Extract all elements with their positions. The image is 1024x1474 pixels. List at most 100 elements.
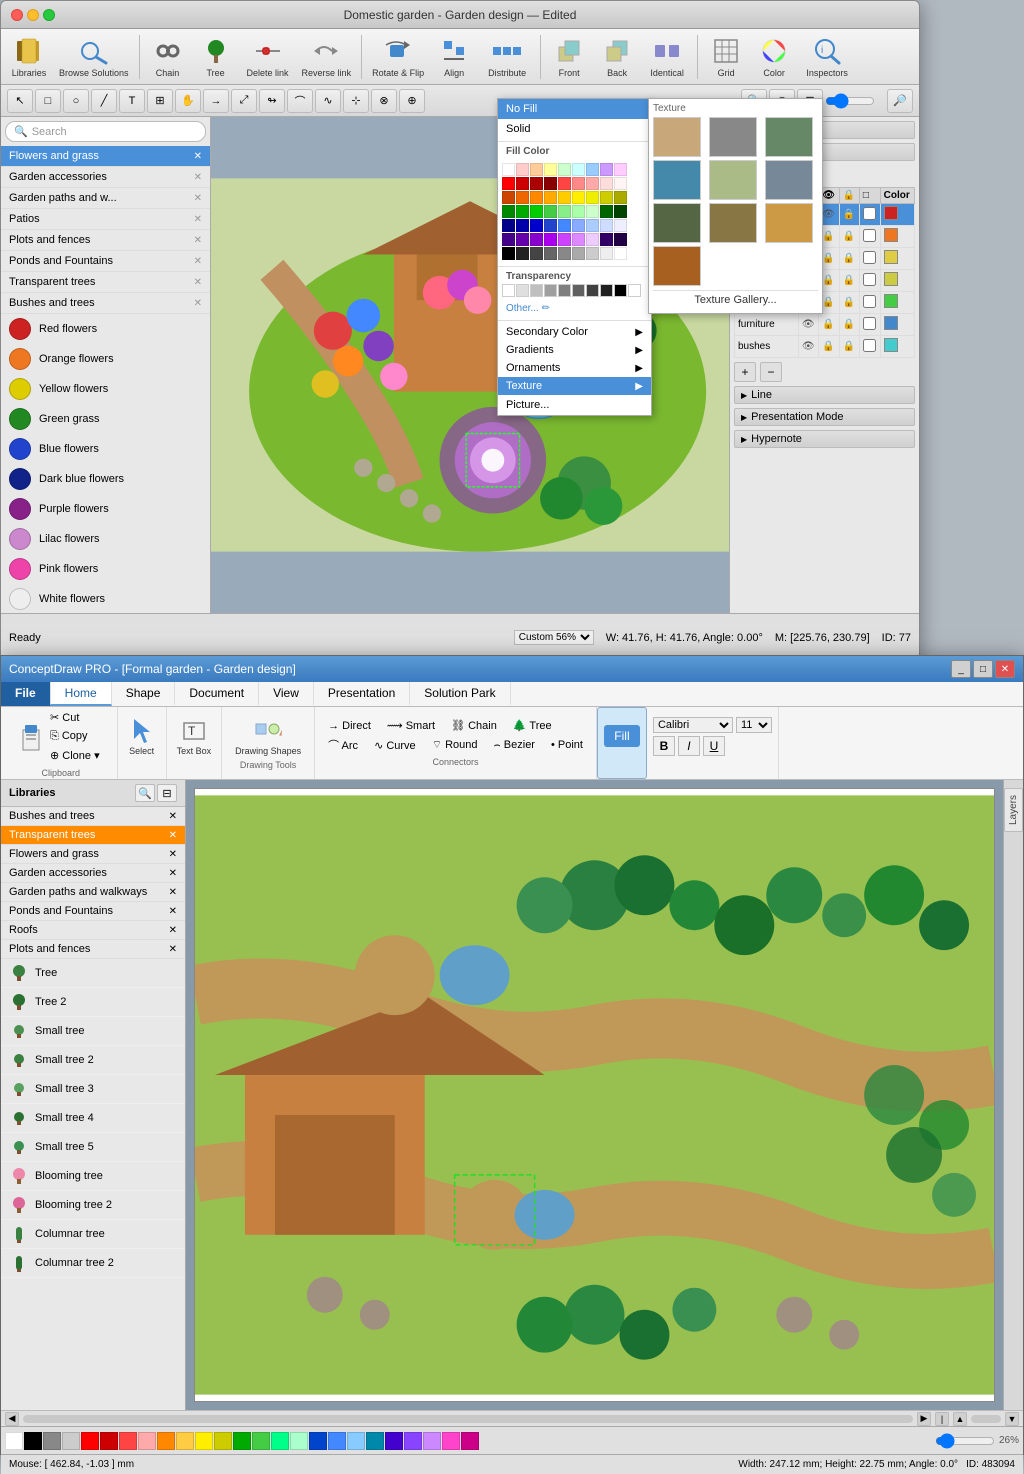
color-cell[interactable]: [530, 191, 543, 204]
layer-visible-checkbox[interactable]: [863, 273, 876, 286]
swatch-green-grass[interactable]: Green grass: [1, 404, 210, 434]
direct-btn[interactable]: → Direct: [321, 717, 378, 734]
category-flowers-grass[interactable]: Flowers and grass ✕: [1, 146, 210, 167]
strip-color-cell[interactable]: [309, 1432, 327, 1450]
texture-cell[interactable]: [765, 160, 813, 200]
arc-btn[interactable]: ⌒ Arc: [321, 735, 365, 755]
maximize-button[interactable]: [43, 9, 55, 21]
swatch-pink-flowers[interactable]: Pink flowers: [1, 554, 210, 584]
layer-color-swatch[interactable]: [884, 294, 898, 308]
bl-cat-garden-accessories[interactable]: Garden accessories ✕: [1, 864, 185, 883]
list-item-blooming-tree-2[interactable]: Blooming tree 2: [1, 1191, 185, 1220]
list-item-tree[interactable]: Tree: [1, 959, 185, 988]
swatch-purple-flowers[interactable]: Purple flowers: [1, 494, 210, 524]
bl-cat-transparent-trees[interactable]: Transparent trees ✕: [1, 826, 185, 845]
font-family-select[interactable]: Calibri: [653, 717, 733, 733]
toolbar-distribute[interactable]: Distribute: [480, 33, 534, 80]
layer-lock[interactable]: 🔒: [839, 292, 859, 314]
cat-close-icon[interactable]: ✕: [194, 193, 202, 204]
layer-check[interactable]: [859, 292, 880, 314]
font-size-select[interactable]: 11: [736, 717, 772, 733]
color-cell[interactable]: [544, 219, 557, 232]
list-item-small-tree-2[interactable]: Small tree 2: [1, 1046, 185, 1075]
color-cell[interactable]: [502, 219, 515, 232]
strip-color-cell[interactable]: [423, 1432, 441, 1450]
layer-lock[interactable]: 🔒: [839, 204, 859, 226]
bold-btn[interactable]: B: [653, 736, 675, 756]
dd-gradients[interactable]: Gradients ▶: [498, 341, 651, 359]
strip-color-cell[interactable]: [347, 1432, 365, 1450]
strip-color-cell[interactable]: [119, 1432, 137, 1450]
paste-btn[interactable]: ✂ Cut ⎘ Copy ⊕ Clone ▾: [11, 707, 111, 766]
color-cell[interactable]: [502, 233, 515, 246]
swatch-orange-flowers[interactable]: Orange flowers: [1, 344, 210, 374]
shapes-btn[interactable]: Drawing Shapes: [228, 715, 308, 758]
select-btn[interactable]: Select: [124, 715, 160, 758]
hscroll-right-btn[interactable]: ▶: [917, 1412, 931, 1426]
bl-x-icon[interactable]: ✕: [169, 906, 177, 917]
toolbar-inspectors[interactable]: i Inspectors: [800, 33, 854, 80]
strip-color-cell[interactable]: [461, 1432, 479, 1450]
point-btn[interactable]: • Point: [544, 735, 590, 755]
hscroll-split-btn[interactable]: |: [935, 1412, 949, 1426]
layer-visible-checkbox[interactable]: [863, 339, 876, 352]
color-cell[interactable]: [572, 205, 585, 218]
list-item-small-tree[interactable]: Small tree: [1, 1017, 185, 1046]
strip-color-cell[interactable]: [214, 1432, 232, 1450]
category-garden-accessories[interactable]: Garden accessories ✕: [1, 167, 210, 188]
layer-lock[interactable]: 🔒: [839, 226, 859, 248]
bl-cat-plots-fences[interactable]: Plots and fences ✕: [1, 940, 185, 959]
dd-no-fill[interactable]: No Fill: [498, 99, 651, 119]
bl-x-icon[interactable]: ✕: [169, 944, 177, 955]
hscroll-left-btn[interactable]: ◀: [5, 1412, 19, 1426]
texture-cell[interactable]: [653, 160, 701, 200]
layer-color-swatch[interactable]: [884, 338, 898, 352]
tb2-line[interactable]: ╱: [91, 89, 117, 113]
strip-color-cell[interactable]: [271, 1432, 289, 1450]
toolbar-browse-solutions[interactable]: Browse Solutions: [55, 33, 133, 80]
underline-btn[interactable]: U: [703, 736, 725, 756]
strip-color-cell[interactable]: [404, 1432, 422, 1450]
dd-other-color[interactable]: Other... ✏: [498, 299, 651, 318]
swatch-blue-flowers[interactable]: Blue flowers: [1, 434, 210, 464]
texture-gallery-btn[interactable]: Texture Gallery...: [653, 290, 818, 309]
win-minimize-btn[interactable]: _: [951, 660, 971, 678]
color-cell[interactable]: [544, 163, 557, 176]
toolbar-delete-link[interactable]: Delete link: [242, 33, 294, 80]
strip-color-cell[interactable]: [43, 1432, 61, 1450]
color-cell[interactable]: [586, 191, 599, 204]
tree-connector-btn[interactable]: 🌲 Tree: [506, 717, 559, 734]
zoom-slider[interactable]: [825, 93, 875, 109]
toolbar-tree[interactable]: Tree: [194, 33, 238, 80]
bl-cat-garden-paths[interactable]: Garden paths and walkways ✕: [1, 883, 185, 902]
list-item-columnar-tree[interactable]: Columnar tree: [1, 1220, 185, 1249]
color-cell[interactable]: [544, 247, 557, 260]
layer-lock[interactable]: 🔒: [839, 248, 859, 270]
color-cell[interactable]: [502, 247, 515, 260]
color-cell[interactable]: [502, 191, 515, 204]
line-header[interactable]: ▶ Line: [734, 386, 915, 404]
bl-cat-ponds-fountains[interactable]: Ponds and Fountains ✕: [1, 902, 185, 921]
strip-color-cell[interactable]: [157, 1432, 175, 1450]
layer-visible-checkbox[interactable]: [863, 251, 876, 264]
color-cell[interactable]: [558, 247, 571, 260]
hscroll-track[interactable]: [23, 1415, 913, 1423]
add-layer-btn[interactable]: +: [734, 362, 756, 382]
strip-color-cell[interactable]: [366, 1432, 384, 1450]
strip-color-cell[interactable]: [62, 1432, 80, 1450]
zoom-select[interactable]: Custom 56% 25% 50% 100%: [514, 630, 594, 645]
list-item-blooming-tree[interactable]: Blooming tree: [1, 1162, 185, 1191]
color-cell[interactable]: [586, 233, 599, 246]
dd-secondary-color[interactable]: Secondary Color ▶: [498, 323, 651, 341]
cat-close-icon[interactable]: ✕: [194, 256, 202, 267]
bl-cat-roofs[interactable]: Roofs ✕: [1, 921, 185, 940]
tab-file[interactable]: File: [1, 682, 51, 706]
color-cell[interactable]: [614, 219, 627, 232]
bl-cat-bushes-trees[interactable]: Bushes and trees ✕: [1, 807, 185, 826]
color-cell[interactable]: [572, 219, 585, 232]
color-cell[interactable]: [572, 233, 585, 246]
color-cell[interactable]: [530, 163, 543, 176]
category-bushes-trees[interactable]: Bushes and trees ✕: [1, 293, 210, 314]
list-item-columnar-tree-2[interactable]: Columnar tree 2: [1, 1249, 185, 1278]
texture-cell[interactable]: [709, 117, 757, 157]
